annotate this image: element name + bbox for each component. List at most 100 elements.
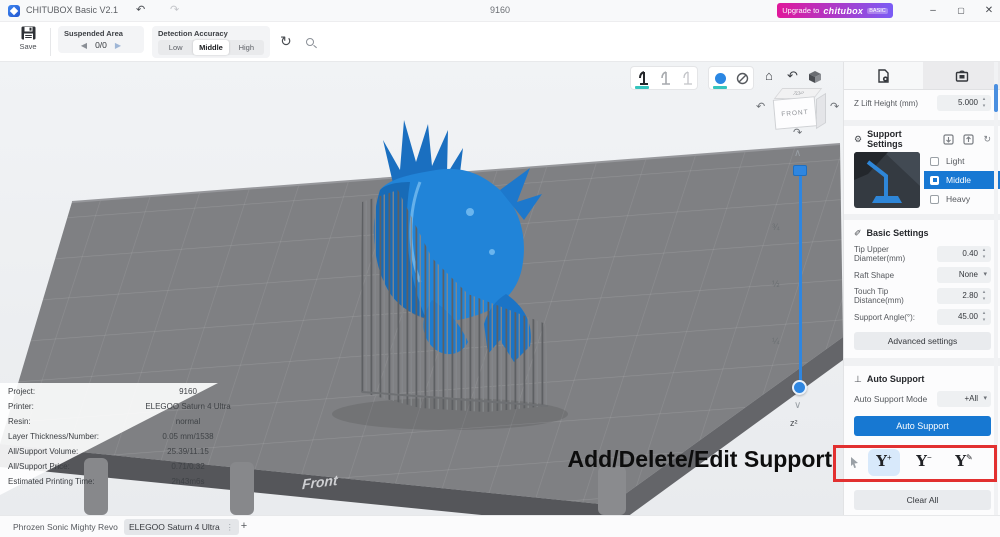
view-cube[interactable]: ↶ ↷ ↷ TOP FRONT [756,86,842,142]
save-icon [21,26,36,40]
solid-view-icon [715,73,726,84]
maximize-button[interactable]: ▢ [950,2,972,20]
viewport-3d[interactable]: ⌂ ↶ ↶ ↷ ↷ TOP FRONT ∧ ¾ ½ ¼ ∨ z² Project… [0,62,843,515]
minimize-button[interactable]: – [922,2,944,20]
magnifier-icon[interactable] [306,38,314,46]
rotate-right-icon[interactable]: ↷ [830,100,839,113]
printer-icon [955,69,969,82]
solid-view-button[interactable] [709,67,731,89]
preset-option-middle[interactable]: Middle [924,171,1000,189]
titlebar: CHITUBOX Basic V2.1 ↶ ↷ 9160 Upgrade to … [0,0,1000,22]
spinner-icons[interactable]: ▴▾ [980,247,988,261]
spinner-icons[interactable]: ▴▾ [980,289,988,303]
printer-tab-phrozen[interactable]: Phrozen Sonic Mighty Revo ⋮ [8,519,137,535]
accuracy-option-middle[interactable]: Middle [193,40,228,55]
slider-fraction-1-4: ¼ [772,336,780,346]
save-button[interactable]: Save [12,26,44,59]
tab-printer[interactable] [923,62,1000,89]
slider-chevron-up-icon[interactable]: ∧ [794,148,801,159]
info-label: All/Support Volume: [8,447,78,456]
next-suspended-icon[interactable]: ▶ [115,41,121,50]
auto-support-button[interactable]: Auto Support [854,416,991,436]
slider-fraction-3-4: ¾ [772,222,780,232]
auto-support-mode-row: Auto Support Mode +All▾ [854,391,991,407]
refresh-detection-icon[interactable]: ↻ [280,33,292,50]
import-settings-icon[interactable] [943,134,954,145]
support-glyph: Υ [955,449,966,474]
spinner-icons[interactable]: ▴▾ [980,310,988,324]
info-label: Layer Thickness/Number: [8,432,99,441]
checkbox-checked-icon[interactable] [930,176,939,185]
tab-menu-icon[interactable]: ⋮ [226,523,234,532]
slider-z-label: z² [790,418,798,428]
gear-icon: ⚙ [854,134,862,145]
info-value: ELEGOO Saturn 4 Ultra [118,402,258,411]
support-edit-toolbar: Υ+ Υ− Υ✎ [844,448,1000,478]
preset-option-light[interactable]: Light [924,152,1000,170]
checkbox-icon[interactable] [930,195,939,204]
info-label: All/Support Price: [8,462,70,471]
panel-scrollbar[interactable] [994,62,998,537]
suspended-area-value: 0/0 [95,40,107,50]
basic-settings-title: Basic Settings [867,228,929,238]
view-cube-front-face[interactable]: FRONT [773,96,817,130]
edit-support-button[interactable]: Υ✎ [948,449,980,476]
suspended-area-label: Suspended Area [64,29,138,38]
info-value: 0.05 mm/1538 [118,432,258,441]
settings-panel: Z Lift Height (mm) 5.000▴▾ ⚙ Support Set… [843,62,1000,537]
slider-chevron-down-icon[interactable]: ∨ [794,400,801,411]
info-value: 2h43m6s [118,477,258,486]
accuracy-option-low[interactable]: Low [158,40,193,55]
setting-label: Support Angle(°): [854,313,937,322]
support-angle-input[interactable]: 45.00▴▾ [937,309,991,325]
spinner-icons[interactable]: ▴▾ [980,96,988,110]
touch-tip-distance-input[interactable]: 2.80▴▾ [937,288,991,304]
view-cube-side-face[interactable] [816,93,826,129]
z-lift-input[interactable]: 5.000▴▾ [937,95,991,111]
info-label: Estimated Printing Time: [8,477,95,486]
preset-label: Middle [946,175,971,185]
upgrade-button[interactable]: Upgrade to chitubox BASIC [777,3,893,18]
preset-label: Light [946,156,964,166]
slider-track[interactable] [799,168,802,384]
slider-bottom-handle[interactable] [792,380,807,395]
add-printer-tab-button[interactable]: + [236,519,252,535]
support-thick-icon [679,70,693,86]
support-medium-button[interactable] [653,67,675,89]
tip-diameter-input[interactable]: 0.40▴▾ [937,246,991,262]
add-support-button[interactable]: Υ+ [868,449,900,476]
rotate-left-icon[interactable]: ↶ [756,100,765,113]
checkbox-icon[interactable] [930,157,939,166]
raft-shape-select[interactable]: None▾ [937,267,991,283]
delete-support-button[interactable]: Υ− [908,449,940,476]
tab-slice-settings[interactable] [844,62,923,89]
slider-top-handle[interactable] [793,165,807,176]
prev-suspended-icon[interactable]: ◀ [81,41,87,50]
clear-all-button[interactable]: Clear All [854,490,991,510]
setting-label: Touch Tip Distance(mm) [854,287,937,305]
section-view-button[interactable] [731,67,753,89]
reset-settings-icon[interactable]: ↻ [983,134,991,145]
support-thin-button[interactable] [631,67,653,89]
upgrade-brand: chitubox [823,6,863,16]
section-view-icon [736,72,749,85]
printer-tab-elegoo[interactable]: ELEGOO Saturn 4 Ultra ⋮ [124,519,239,535]
export-settings-icon[interactable] [963,134,974,145]
plus-icon: + [887,452,892,464]
scrollbar-thumb[interactable] [994,84,998,112]
auto-support-mode-select[interactable]: +All▾ [937,391,991,407]
close-button[interactable]: ✕ [978,2,1000,20]
support-glyph: Υ [916,449,927,474]
preset-option-heavy[interactable]: Heavy [924,190,1000,208]
accuracy-option-high[interactable]: High [229,40,264,55]
accuracy-segment-control: Low Middle High [158,40,264,55]
cube-view-icon[interactable] [808,70,822,87]
support-preset-options: Light Middle Heavy [924,152,1000,209]
section-divider [844,120,1000,126]
setting-label: Raft Shape [854,271,937,280]
support-thick-button[interactable] [675,67,697,89]
reset-view-icon[interactable]: ↶ [787,68,798,84]
home-view-icon[interactable]: ⌂ [765,68,773,83]
advanced-settings-button[interactable]: Advanced settings [854,332,991,350]
preset-label: Heavy [946,194,970,204]
